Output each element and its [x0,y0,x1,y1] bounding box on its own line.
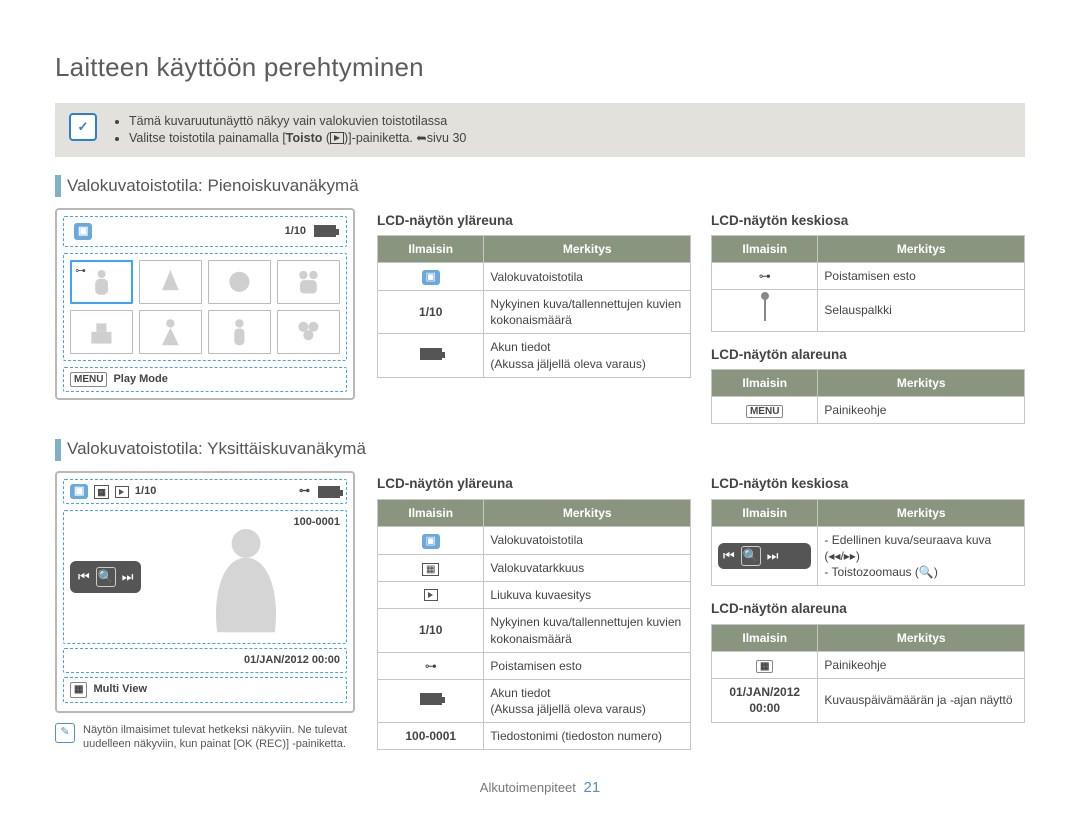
table-row: ▦Valokuvatarkkuus [378,554,691,582]
table-row: Akun tiedot (Akussa jäljellä oleva varau… [378,334,691,377]
page-number: 21 [584,779,601,796]
thumbnail[interactable] [277,310,340,354]
thumbnail[interactable] [208,310,271,354]
photo-preview [151,517,340,637]
note-icon: ✎ [55,723,75,743]
section-title-thumbnail: Valokuvatoistotila: Pienoiskuvanäkymä [55,175,1025,198]
play-icon [330,132,344,144]
subhead-bot: LCD-näytön alareuna [711,346,1025,364]
multiview-chip[interactable]: ▦ [70,682,87,698]
thumbnail[interactable] [277,260,340,304]
table-s1-top: IlmaisinMerkitys ▣Valokuvatoistotila1/10… [377,235,691,378]
table-row: ⊶Poistamisen esto [712,263,1025,290]
subhead-bot: LCD-näytön alareuna [711,600,1025,618]
multiview-label: Multi View [93,682,147,697]
file-number: 100-0001 [294,515,341,530]
arrow-icon: ➦ [416,130,426,147]
battery-icon [318,486,340,498]
photo-mode-icon: ▣ [70,484,88,499]
table-row: 1/10Nykyinen kuva/tallennettujen kuvien … [378,609,691,652]
table-row: 1/10Nykyinen kuva/tallennettujen kuvien … [378,291,691,334]
menu-chip[interactable]: MENU [70,372,107,388]
page-title: Laitteen käyttöön perehtyminen [55,50,1025,85]
subhead-top: LCD-näytön yläreuna [377,212,691,230]
photo-mode-icon: ▣ [74,223,92,240]
table-row: Selauspalkki [712,290,1025,331]
table-s2-mid: IlmaisinMerkitys ⏮🔍⏭- Edellinen kuva/seu… [711,499,1025,587]
nav-control[interactable]: ⏮ 🔍 ⏭ [70,561,141,593]
subhead-mid: LCD-näytön keskiosa [711,475,1025,493]
lock-icon: ⊶ [299,484,310,499]
next-icon[interactable]: ⏭ [122,568,134,586]
footnote: ✎ Näytön ilmaisimet tulevat hetkeksi näk… [55,723,355,753]
lcd-single-view: ▣ ▦ 1/10 ⊶ 100-0001 ⏮ 🔍 ⏭ [55,471,355,712]
table-row: ▣Valokuvatoistotila [378,263,691,291]
battery-icon [314,225,336,237]
table-row: ▣Valokuvatoistotila [378,526,691,554]
table-row: ▦Painikeohje [712,651,1025,679]
thumbnail[interactable] [139,310,202,354]
table-row: 100-0001Tiedostonimi (tiedoston numero) [378,723,691,750]
thumbnail-selected[interactable]: ⊶ [70,260,133,304]
check-icon: ✓ [69,113,97,141]
thumbnail[interactable] [70,310,133,354]
table-row: ⏮🔍⏭- Edellinen kuva/seuraava kuva (◂◂/▸▸… [712,526,1025,586]
resolution-icon: ▦ [94,485,109,499]
table-row: MENUPainikeohje [712,396,1025,424]
lcd-thumbnail-view: ▣ 1/10 ⊶ [55,208,355,400]
date-time: 01/JAN/2012 00:00 [63,648,347,673]
table-row: Akun tiedot (Akussa jäljellä oleva varau… [378,679,691,722]
play-icon [115,486,129,498]
info-callout: ✓ Tämä kuvaruutunäyttö näkyy vain valoku… [55,103,1025,157]
thumbnail[interactable] [139,260,202,304]
subhead-mid: LCD-näytön keskiosa [711,212,1025,230]
lock-icon: ⊶ [75,264,86,279]
table-s2-top: IlmaisinMerkitys ▣Valokuvatoistotila▦Val… [377,499,691,751]
table-s1-bot: IlmaisinMerkitys MENUPainikeohje [711,369,1025,425]
zoom-icon[interactable]: 🔍 [96,567,116,587]
info-line-2: Valitse toistotila painamalla [Toisto ()… [129,130,466,147]
table-s1-mid: IlmaisinMerkitys ⊶Poistamisen estoSelaus… [711,235,1025,332]
image-counter: 1/10 [285,224,306,239]
page-footer: Alkutoimenpiteet 21 [55,778,1025,798]
image-counter: 1/10 [135,484,156,499]
info-line-1: Tämä kuvaruutunäyttö näkyy vain valokuvi… [129,113,466,130]
table-row: ⊶Poistamisen esto [378,652,691,679]
section-title-single: Valokuvatoistotila: Yksittäiskuvanäkymä [55,438,1025,461]
thumbnail[interactable] [208,260,271,304]
prev-icon[interactable]: ⏮ [78,568,90,586]
play-mode-label: Play Mode [113,372,167,387]
table-s2-bot: IlmaisinMerkitys ▦Painikeohje01/JAN/2012… [711,624,1025,723]
subhead-top: LCD-näytön yläreuna [377,475,691,493]
table-row: Liukuva kuvaesitys [378,582,691,609]
table-row: 01/JAN/2012 00:00Kuvauspäivämäärän ja -a… [712,679,1025,722]
